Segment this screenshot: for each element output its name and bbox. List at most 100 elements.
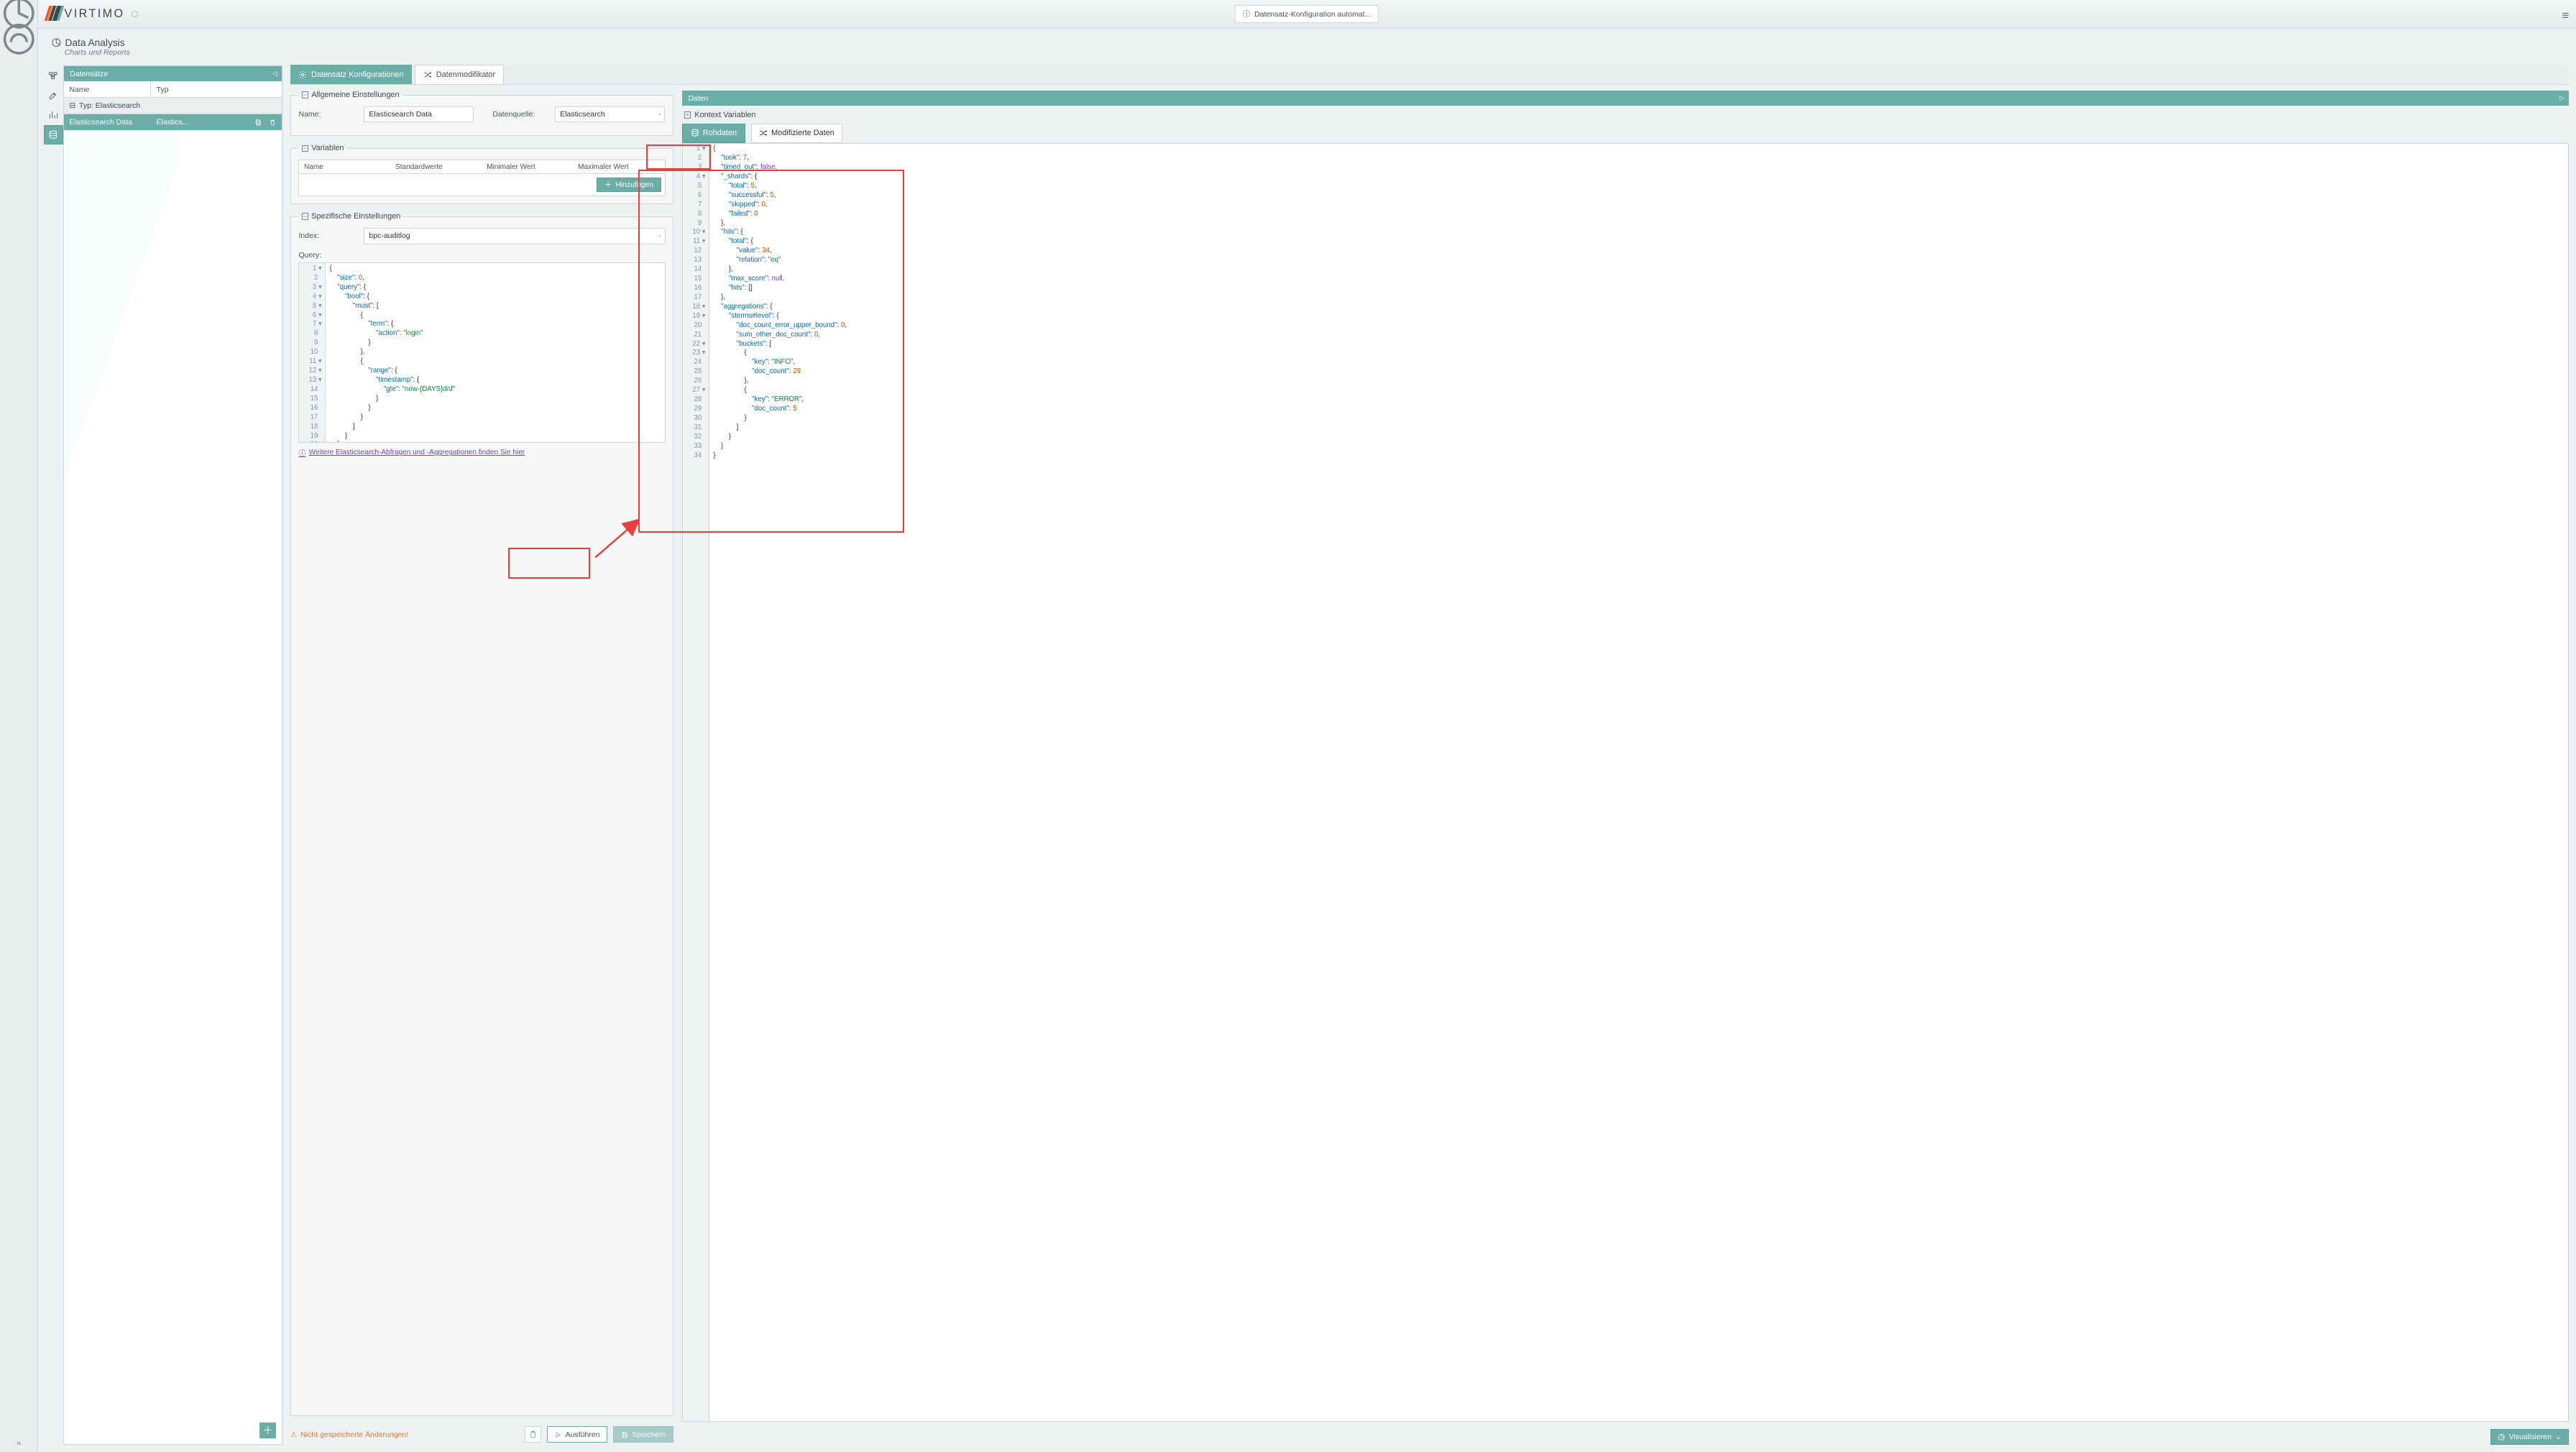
index-select-value: bpc-auditlog (364, 228, 666, 244)
more-es-queries-link-label: Weitere Elasticsearch-Abfragen und -Aggr… (309, 449, 525, 456)
right-tabbar: Rohdaten Modifizierte Daten (682, 124, 2569, 143)
workspace: Data Analysis Charts und Reports Datensä… (38, 29, 2576, 1452)
info-icon: ⓘ (1243, 9, 1251, 19)
visualize-button[interactable]: Visualisieren ⌄ (2490, 1429, 2570, 1446)
page-subtitle: Charts und Reports (65, 48, 2570, 57)
vtab-database-icon[interactable] (44, 125, 63, 144)
datasets-col-type: Typ (151, 81, 173, 97)
dataset-name-input[interactable] (364, 106, 474, 123)
vtab-edit-icon[interactable] (44, 86, 63, 105)
context-variables-legend[interactable]: + Kontext Variablen (684, 111, 2570, 119)
tab-modified-data[interactable]: Modifizierte Daten (751, 124, 843, 143)
pie-icon (2498, 1433, 2506, 1441)
tab-modified-data-label: Modifizierte Daten (771, 129, 834, 137)
datasets-group-row[interactable]: ⊟ Typ: Elasticsearch (64, 98, 282, 114)
editor-area: Datensatz Konfigurationen Datenmodifikat… (290, 65, 2569, 1445)
datasets-row-name: Elasticsearch Data (64, 118, 151, 127)
specific-settings-block: − Spezifische Einstellungen Index: bpc-a… (290, 212, 673, 1416)
rail-expand-icon[interactable]: » (0, 1439, 38, 1448)
tab-dataset-config[interactable]: Datensatz Konfigurationen (290, 65, 412, 84)
vars-col-min: Minimaler Wert (482, 160, 574, 173)
hamburger-icon[interactable]: ≡ (2562, 9, 2569, 23)
add-variable-button-label: Hinzufügen (615, 180, 653, 189)
datasets-group-label: Typ: Elasticsearch (79, 101, 140, 110)
titlebar: VIRTIMO ⓘ Datensatz-Konfiguration automa… (38, 0, 2576, 29)
panel-decoration (64, 119, 178, 525)
expand-icon[interactable]: ▷ (2559, 94, 2564, 102)
editor-left: − Allgemeine Einstellungen Name: Datenqu… (290, 91, 673, 1445)
datasets-row-actions (252, 116, 282, 128)
tab-data-modifier[interactable]: Datenmodifikator (415, 65, 505, 84)
expand-toggle-icon[interactable]: + (684, 111, 691, 119)
titlebar-notice[interactable]: ⓘ Datensatz-Konfiguration automat... (1235, 5, 1379, 23)
vertical-tabs (44, 65, 63, 144)
chevron-down-icon: ⌄ (2555, 1433, 2562, 1441)
play-icon (554, 1431, 562, 1439)
datasource-select-value: Elasticsearch (555, 106, 666, 123)
collapse-toggle-icon[interactable]: − (302, 145, 309, 152)
info-icon: ⓘ (298, 447, 305, 458)
shuffle-icon (423, 70, 432, 79)
shuffle-icon (759, 129, 768, 137)
group-collapse-icon: ⊟ (69, 101, 75, 110)
collapse-toggle-icon[interactable]: − (302, 213, 309, 220)
variables-legend-label: Variablen (311, 144, 344, 152)
run-button[interactable]: Ausführen (547, 1426, 608, 1443)
data-panel-title: Daten (688, 94, 708, 103)
save-button[interactable]: Speichern (613, 1426, 673, 1443)
vtab-node-icon[interactable] (44, 65, 63, 85)
warning-icon: ⚠ (290, 1430, 297, 1439)
general-settings-legend[interactable]: − Allgemeine Einstellungen (298, 91, 402, 99)
query-editor[interactable]: 1 ▾2 3 ▾4 ▾5 ▾6 ▾7 ▾8 9 10 11 ▾12 ▾13 ▾1… (298, 262, 665, 442)
collapse-icon[interactable]: ◁ (272, 70, 277, 78)
plus-icon: ＋ (604, 179, 612, 190)
editor-tabbar: Datensatz Konfigurationen Datenmodifikat… (290, 65, 2569, 85)
titlebar-notice-text: Datensatz-Konfiguration automat... (1254, 10, 1371, 19)
brand-logo-icon (47, 6, 62, 22)
datasets-panel-header: Datensätze ◁ (64, 66, 282, 81)
visualize-button-label: Visualisieren (2509, 1433, 2552, 1441)
specific-settings-legend-label: Spezifische Einstellungen (311, 212, 400, 221)
datasets-row-selected[interactable]: Elasticsearch Data Elastics... (64, 114, 282, 131)
chevron-down-icon: ⌄ (658, 234, 661, 238)
run-button-label: Ausführen (566, 1430, 600, 1439)
data-panel-header: Daten ▷ (682, 91, 2569, 106)
save-button-label: Speichern (632, 1430, 666, 1439)
index-label: Index: (298, 231, 356, 240)
save-icon (621, 1431, 629, 1439)
vars-col-default: Standardwerte (391, 160, 482, 173)
more-es-queries-link[interactable]: ⓘ Weitere Elasticsearch-Abfragen und -Ag… (298, 447, 665, 458)
general-settings-legend-label: Allgemeine Einstellungen (311, 91, 399, 99)
add-variable-button[interactable]: ＋ Hinzufügen (597, 178, 661, 191)
datasets-header-row: Name Typ (64, 81, 282, 98)
clipboard-button[interactable] (525, 1426, 541, 1443)
tab-raw-data-label: Rohdaten (703, 129, 737, 137)
variables-block: − Variablen Name Standardwerte Minimaler… (290, 144, 673, 204)
query-label: Query: (298, 251, 665, 259)
tab-raw-data[interactable]: Rohdaten (682, 124, 745, 143)
copy-icon[interactable] (252, 116, 264, 128)
variables-legend[interactable]: − Variablen (298, 144, 346, 152)
editor-bottom-bar: ⚠ Nicht gespeicherte Änderungen! Ausführ… (290, 1424, 673, 1445)
collapse-toggle-icon[interactable]: − (302, 91, 309, 98)
rail-icon-dashboard[interactable] (0, 26, 38, 52)
datasets-panel-title: Datensätze (70, 70, 108, 78)
page-title-icon (51, 37, 62, 48)
database-icon (691, 129, 699, 137)
result-editor[interactable]: 1 ▾2 3 4 ▾5 6 7 8 9 10 ▾11 ▾12 13 14 15 … (682, 143, 2569, 1422)
add-dataset-button[interactable]: ＋ (259, 1423, 276, 1439)
general-settings-block: − Allgemeine Einstellungen Name: Datenqu… (290, 91, 673, 136)
chevron-down-icon: ⌄ (658, 112, 661, 116)
vars-col-max: Maximaler Wert (574, 160, 665, 173)
delete-icon[interactable] (267, 116, 278, 128)
context-variables-label: Kontext Variablen (694, 111, 755, 119)
unsaved-warning: ⚠ Nicht gespeicherte Änderungen! (290, 1430, 408, 1439)
tab-data-modifier-label: Datenmodifikator (436, 70, 495, 79)
datasource-select[interactable]: Elasticsearch ⌄ (555, 106, 666, 123)
specific-settings-legend[interactable]: − Spezifische Einstellungen (298, 212, 403, 221)
index-select[interactable]: bpc-auditlog ⌄ (364, 228, 666, 244)
vars-col-name: Name (299, 160, 390, 173)
datasets-row-type: Elastics... (151, 118, 252, 127)
vtab-bars-icon[interactable] (44, 105, 63, 124)
gear-icon (298, 70, 307, 79)
